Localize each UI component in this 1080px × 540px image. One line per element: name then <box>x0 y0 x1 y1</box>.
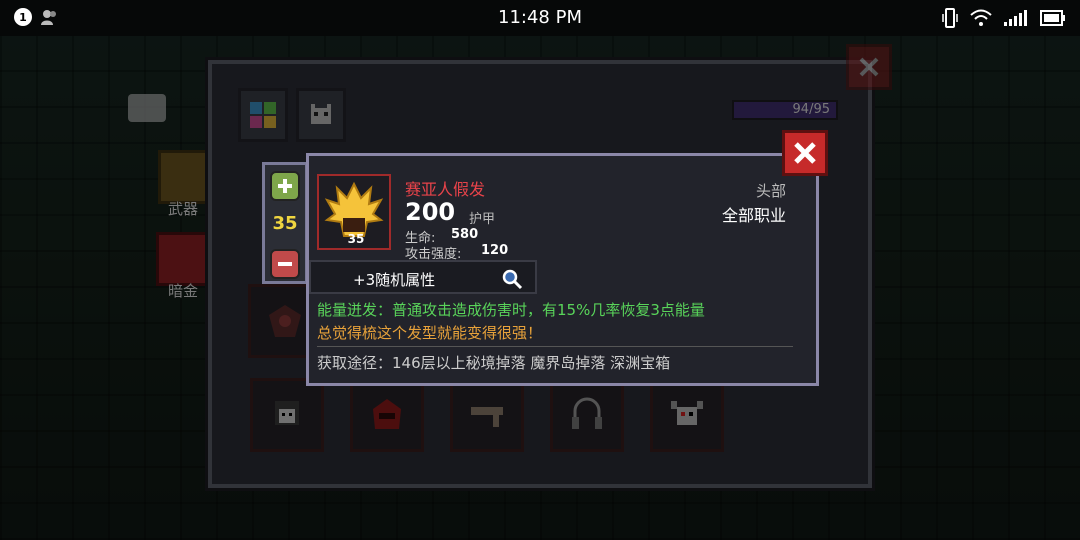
item-class-restriction: 全部职业 <box>721 206 786 225</box>
attribute-value: 580 <box>451 227 479 242</box>
quantity-value: 35 <box>272 213 298 234</box>
magnifier-icon[interactable] <box>501 268 523 290</box>
vibrate-icon <box>942 8 958 28</box>
golden-hair-icon <box>324 181 384 237</box>
attribute-value: 120 <box>481 243 509 258</box>
item-flavor-text: 总觉得梳这个发型就能变得很强！ <box>317 324 543 342</box>
close-tooltip-button[interactable] <box>782 130 828 176</box>
status-bar: 1 11:48 PM <box>0 0 1080 36</box>
close-icon <box>794 142 816 164</box>
increase-button[interactable] <box>270 171 300 201</box>
minus-icon <box>278 262 292 266</box>
item-slot-type: 头部 <box>755 182 786 200</box>
item-source-text: 获取途径：146层以上秘境掉落 魔界岛掉落 深渊宝箱 <box>317 354 671 372</box>
plus-icon <box>278 179 292 193</box>
clock: 11:48 PM <box>498 7 582 28</box>
divider <box>317 346 793 347</box>
wifi-icon <box>970 9 992 26</box>
item-tooltip: 35 赛亚人假发 200 护甲 生命: 580 攻击强度: 120 头部 全部职… <box>306 153 819 386</box>
random-attributes-label: +3随机属性 <box>353 271 436 289</box>
random-attributes-box[interactable]: +3随机属性 <box>309 260 537 294</box>
quantity-stepper: 35 <box>262 162 308 284</box>
item-main-stat-label: 护甲 <box>469 212 496 227</box>
item-effect-text: 能量迸发：普通攻击造成伤害时，有15%几率恢复3点能量 <box>317 301 705 319</box>
decrease-button[interactable] <box>270 249 300 279</box>
item-level: 35 <box>347 232 365 246</box>
item-name: 赛亚人假发 <box>405 180 486 199</box>
item-main-stat-value: 200 <box>405 198 456 226</box>
item-icon-frame: 35 <box>317 174 391 250</box>
signal-icon <box>1004 10 1027 26</box>
battery-icon <box>1040 10 1065 26</box>
